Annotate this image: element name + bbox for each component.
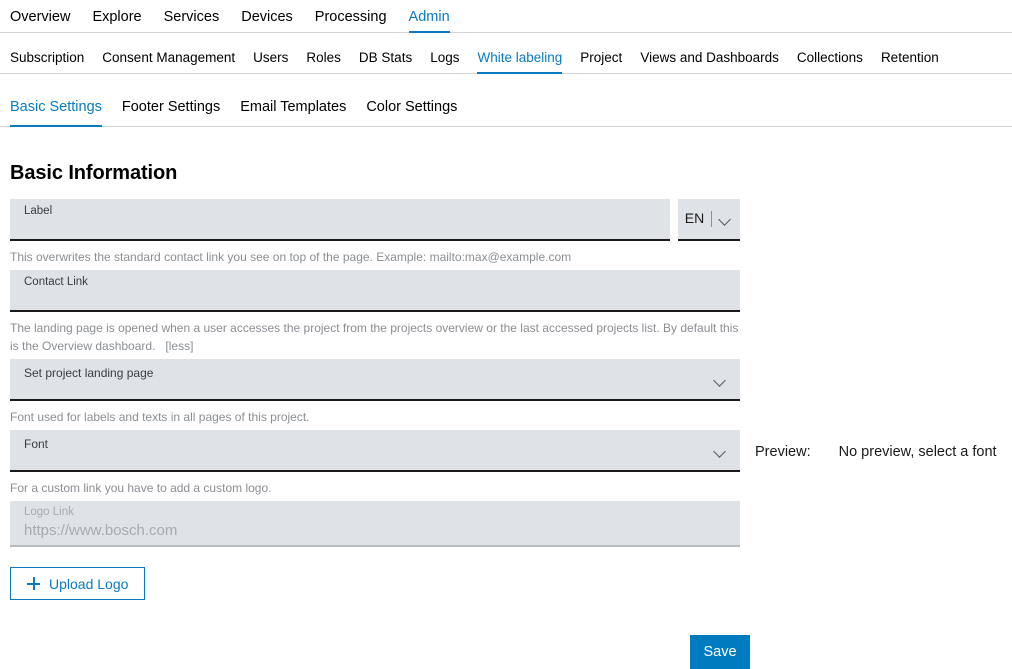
label-input[interactable]: Label	[10, 199, 670, 241]
upload-logo-button-label: Upload Logo	[49, 576, 128, 592]
logo-link-input: Logo Link https://www.bosch.com	[10, 501, 740, 547]
chevron-down-icon	[719, 215, 733, 224]
font-preview-label: Preview:	[755, 444, 811, 460]
nav-item-processing[interactable]: Processing	[304, 10, 398, 33]
landing-page-select-caption: Set project landing page	[24, 367, 704, 379]
settings-tabs: Basic Settings Footer Settings Email Tem…	[0, 74, 1012, 127]
logo-link-value: https://www.bosch.com	[24, 522, 726, 541]
nav-item-admin[interactable]: Admin	[398, 10, 461, 33]
tab-email-templates[interactable]: Email Templates	[230, 100, 356, 127]
plus-icon	[27, 577, 40, 590]
primary-navigation: Overview Explore Services Devices Proces…	[0, 0, 1012, 33]
page-title: Basic Information	[10, 163, 1002, 183]
label-input-caption: Label	[24, 206, 656, 218]
font-select-caption: Font	[24, 438, 704, 450]
tab-color-settings[interactable]: Color Settings	[356, 100, 467, 127]
basic-information-form: Label EN This overwrites the standard co…	[10, 199, 740, 669]
save-button[interactable]: Save	[690, 635, 750, 669]
landing-page-select[interactable]: Set project landing page	[10, 359, 740, 401]
contact-link-caption: Contact Link	[24, 277, 726, 289]
font-preview-text: No preview, select a font	[839, 444, 997, 460]
language-select-value: EN	[685, 211, 712, 226]
tab-footer-settings[interactable]: Footer Settings	[112, 100, 230, 127]
contact-link-helper: This overwrites the standard contact lin…	[10, 248, 740, 266]
font-select[interactable]: Font	[10, 430, 740, 472]
subnav-item-db-stats[interactable]: DB Stats	[350, 51, 421, 74]
subnav-item-retention[interactable]: Retention	[872, 51, 948, 74]
subnav-item-consent-management[interactable]: Consent Management	[93, 51, 244, 74]
form-actions: Save	[10, 635, 750, 669]
contact-link-input[interactable]: Contact Link	[10, 270, 740, 312]
subnav-item-project[interactable]: Project	[571, 51, 631, 74]
upload-logo-button[interactable]: Upload Logo	[10, 567, 145, 600]
nav-item-services[interactable]: Services	[153, 10, 231, 33]
less-link[interactable]: [less]	[165, 339, 193, 353]
font-preview: Preview: No preview, select a font	[755, 444, 997, 460]
landing-page-helper: The landing page is opened when a user a…	[10, 319, 740, 355]
landing-page-helper-text: The landing page is opened when a user a…	[10, 321, 738, 353]
nav-item-overview[interactable]: Overview	[10, 10, 81, 33]
language-select[interactable]: EN	[678, 199, 740, 241]
label-field-row: Label EN	[10, 199, 740, 241]
nav-item-explore[interactable]: Explore	[81, 10, 152, 33]
subnav-item-roles[interactable]: Roles	[297, 51, 350, 74]
main-content: Basic Information Label EN This overwrit…	[0, 163, 1012, 669]
chevron-down-icon	[714, 447, 728, 456]
subnav-item-views-and-dashboards[interactable]: Views and Dashboards	[631, 51, 788, 74]
logo-link-caption: Logo Link	[24, 507, 726, 519]
logo-link-helper: For a custom link you have to add a cust…	[10, 479, 740, 497]
subnav-item-subscription[interactable]: Subscription	[10, 51, 93, 74]
tab-basic-settings[interactable]: Basic Settings	[10, 100, 112, 127]
subnav-item-logs[interactable]: Logs	[421, 51, 468, 74]
chevron-down-icon	[714, 376, 728, 385]
subnav-item-users[interactable]: Users	[244, 51, 297, 74]
subnav-item-collections[interactable]: Collections	[788, 51, 872, 74]
subnav-item-white-labeling[interactable]: White labeling	[468, 51, 571, 74]
font-helper: Font used for labels and texts in all pa…	[10, 408, 740, 426]
nav-item-devices[interactable]: Devices	[230, 10, 304, 33]
secondary-navigation: Subscription Consent Management Users Ro…	[0, 33, 1012, 74]
